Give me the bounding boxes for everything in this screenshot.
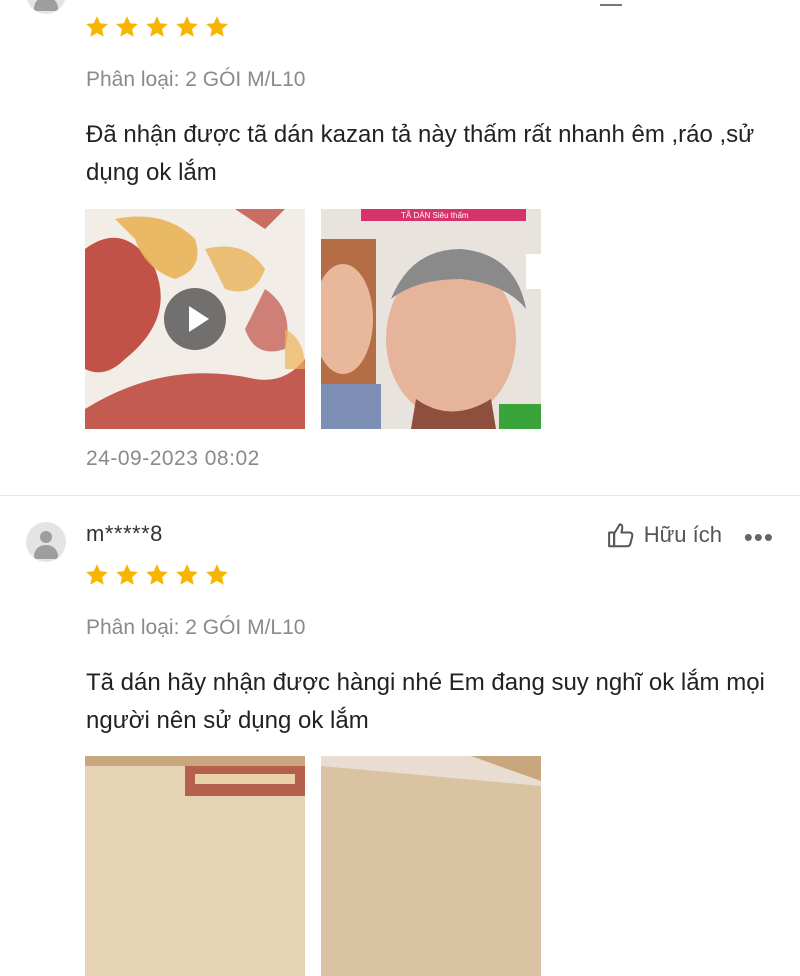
star-icon (206, 564, 228, 585)
variant-label: Phân loại: 2 GÓI M/L10 (86, 68, 306, 91)
review-photo[interactable] (321, 756, 541, 976)
review-media: TÃ DÁN Siêu thấm (85, 209, 541, 429)
package-banner-text: TÃ DÁN Siêu thấm (401, 211, 469, 220)
review-photo[interactable]: TÃ DÁN Siêu thấm (321, 209, 541, 429)
product-photo (85, 756, 305, 976)
star-icon (146, 16, 168, 37)
star-icon (116, 564, 138, 585)
reviewer-username[interactable]: m*****8 (86, 521, 163, 547)
review-date: 24-09-2023 08:02 (86, 447, 260, 470)
rating-stars (84, 14, 230, 40)
star-icon (146, 564, 168, 585)
more-options-icon[interactable]: ••• (744, 522, 774, 553)
rating-stars (84, 562, 230, 588)
review-photo[interactable] (85, 756, 305, 976)
reviewer-avatar[interactable] (26, 0, 66, 14)
star-icon (176, 16, 198, 37)
review-divider (0, 495, 800, 496)
product-photo: TÃ DÁN Siêu thấm (321, 209, 541, 429)
avatar-body (34, 545, 58, 559)
star-icon (86, 16, 108, 37)
review-comment: Tã dán hãy nhận được hàngi nhé Em đang s… (86, 669, 765, 734)
reviewer-avatar[interactable] (26, 522, 66, 562)
review-comment: Đã nhận được tã dán kazan tả này thấm rấ… (86, 121, 755, 186)
star-icon (206, 16, 228, 37)
video-thumbnail[interactable] (85, 209, 305, 429)
helpful-icon-partial[interactable] (600, 0, 622, 6)
star-icon (176, 564, 198, 585)
helpful-button[interactable]: Hữu ích (606, 520, 722, 550)
thumbs-up-icon (607, 523, 634, 548)
variant-label: Phân loại: 2 GÓI M/L10 (86, 616, 306, 639)
star-icon (86, 564, 108, 585)
review-media (85, 756, 541, 976)
helpful-label: Hữu ích (643, 522, 722, 547)
avatar-head (40, 531, 52, 543)
product-photo (321, 756, 541, 976)
play-icon[interactable] (164, 288, 226, 350)
star-icon (116, 16, 138, 37)
avatar-body (34, 0, 58, 11)
